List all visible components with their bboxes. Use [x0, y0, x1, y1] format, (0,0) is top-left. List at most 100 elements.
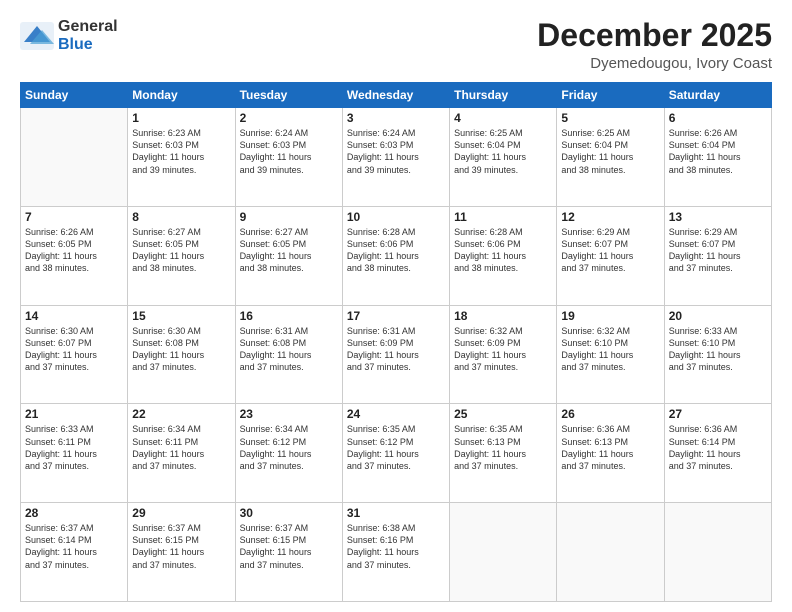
day-number: 8 [132, 210, 230, 224]
day-info: Sunrise: 6:23 AM Sunset: 6:03 PM Dayligh… [132, 127, 230, 176]
table-row [664, 503, 771, 602]
day-number: 10 [347, 210, 445, 224]
table-row: 7 Sunrise: 6:26 AM Sunset: 6:05 PM Daylig… [21, 206, 128, 305]
table-row: 26 Sunrise: 6:36 AM Sunset: 6:13 PM Dayli… [557, 404, 664, 503]
day-number: 15 [132, 309, 230, 323]
table-row: 1 Sunrise: 6:23 AM Sunset: 6:03 PM Daylig… [128, 108, 235, 207]
day-info: Sunrise: 6:30 AM Sunset: 6:07 PM Dayligh… [25, 325, 123, 374]
day-number: 12 [561, 210, 659, 224]
title-block: December 2025 Dyemedougou, Ivory Coast [537, 18, 772, 72]
table-row: 15 Sunrise: 6:30 AM Sunset: 6:08 PM Dayli… [128, 305, 235, 404]
day-number: 24 [347, 407, 445, 421]
day-info: Sunrise: 6:26 AM Sunset: 6:05 PM Dayligh… [25, 226, 123, 275]
day-info: Sunrise: 6:25 AM Sunset: 6:04 PM Dayligh… [561, 127, 659, 176]
col-saturday: Saturday [664, 83, 771, 108]
table-row: 8Sunrise: 6:27 AM Sunset: 6:05 PM Daylig… [128, 206, 235, 305]
table-row: 4Sunrise: 6:25 AM Sunset: 6:04 PM Daylig… [450, 108, 557, 207]
logo-general-text: General [58, 18, 118, 35]
day-info: Sunrise: 6:37 AM Sunset: 6:14 PM Dayligh… [25, 522, 123, 571]
table-row: 29 Sunrise: 6:37 AM Sunset: 6:15 PM Dayli… [128, 503, 235, 602]
day-info: Sunrise: 6:28 AM Sunset: 6:06 PM Dayligh… [347, 226, 445, 275]
header: General Blue December 2025 Dyemedougou, … [20, 18, 772, 72]
day-info: Sunrise: 6:28 AM Sunset: 6:06 PM Dayligh… [454, 226, 552, 275]
table-row: 9 Sunrise: 6:27 AM Sunset: 6:05 PM Daylig… [235, 206, 342, 305]
table-row [450, 503, 557, 602]
day-number: 13 [669, 210, 767, 224]
day-number: 31 [347, 506, 445, 520]
table-row: 2 Sunrise: 6:24 AM Sunset: 6:03 PM Daylig… [235, 108, 342, 207]
day-number: 22 [132, 407, 230, 421]
table-row: 27 Sunrise: 6:36 AM Sunset: 6:14 PM Dayli… [664, 404, 771, 503]
table-row: 30Sunrise: 6:37 AM Sunset: 6:15 PM Dayli… [235, 503, 342, 602]
table-row [21, 108, 128, 207]
table-row: 21Sunrise: 6:33 AM Sunset: 6:11 PM Dayli… [21, 404, 128, 503]
calendar-week-row: 14 Sunrise: 6:30 AM Sunset: 6:07 PM Dayli… [21, 305, 772, 404]
day-info: Sunrise: 6:32 AM Sunset: 6:10 PM Dayligh… [561, 325, 659, 374]
day-info: Sunrise: 6:24 AM Sunset: 6:03 PM Dayligh… [240, 127, 338, 176]
calendar-week-row: 7 Sunrise: 6:26 AM Sunset: 6:05 PM Daylig… [21, 206, 772, 305]
col-tuesday: Tuesday [235, 83, 342, 108]
day-info: Sunrise: 6:34 AM Sunset: 6:12 PM Dayligh… [240, 423, 338, 472]
table-row: 13 Sunrise: 6:29 AM Sunset: 6:07 PM Dayli… [664, 206, 771, 305]
table-row: 10 Sunrise: 6:28 AM Sunset: 6:06 PM Dayli… [342, 206, 449, 305]
day-number: 5 [561, 111, 659, 125]
table-row: 20Sunrise: 6:33 AM Sunset: 6:10 PM Dayli… [664, 305, 771, 404]
day-number: 19 [561, 309, 659, 323]
day-info: Sunrise: 6:31 AM Sunset: 6:09 PM Dayligh… [347, 325, 445, 374]
table-row: 6Sunrise: 6:26 AM Sunset: 6:04 PM Daylig… [664, 108, 771, 207]
day-info: Sunrise: 6:35 AM Sunset: 6:12 PM Dayligh… [347, 423, 445, 472]
day-number: 4 [454, 111, 552, 125]
day-number: 23 [240, 407, 338, 421]
title-location: Dyemedougou, Ivory Coast [537, 55, 772, 72]
day-number: 9 [240, 210, 338, 224]
col-friday: Friday [557, 83, 664, 108]
calendar-week-row: 1 Sunrise: 6:23 AM Sunset: 6:03 PM Daylig… [21, 108, 772, 207]
day-info: Sunrise: 6:36 AM Sunset: 6:14 PM Dayligh… [669, 423, 767, 472]
calendar-week-row: 21Sunrise: 6:33 AM Sunset: 6:11 PM Dayli… [21, 404, 772, 503]
day-info: Sunrise: 6:34 AM Sunset: 6:11 PM Dayligh… [132, 423, 230, 472]
day-number: 7 [25, 210, 123, 224]
table-row: 28Sunrise: 6:37 AM Sunset: 6:14 PM Dayli… [21, 503, 128, 602]
day-number: 30 [240, 506, 338, 520]
day-number: 18 [454, 309, 552, 323]
table-row: 14 Sunrise: 6:30 AM Sunset: 6:07 PM Dayli… [21, 305, 128, 404]
table-row: 25 Sunrise: 6:35 AM Sunset: 6:13 PM Dayli… [450, 404, 557, 503]
table-row: 31 Sunrise: 6:38 AM Sunset: 6:16 PM Dayli… [342, 503, 449, 602]
day-info: Sunrise: 6:38 AM Sunset: 6:16 PM Dayligh… [347, 522, 445, 571]
table-row: 17Sunrise: 6:31 AM Sunset: 6:09 PM Dayli… [342, 305, 449, 404]
day-info: Sunrise: 6:36 AM Sunset: 6:13 PM Dayligh… [561, 423, 659, 472]
calendar-week-row: 28Sunrise: 6:37 AM Sunset: 6:14 PM Dayli… [21, 503, 772, 602]
day-number: 26 [561, 407, 659, 421]
day-info: Sunrise: 6:30 AM Sunset: 6:08 PM Dayligh… [132, 325, 230, 374]
table-row: 22 Sunrise: 6:34 AM Sunset: 6:11 PM Dayli… [128, 404, 235, 503]
col-wednesday: Wednesday [342, 83, 449, 108]
table-row: 5 Sunrise: 6:25 AM Sunset: 6:04 PM Daylig… [557, 108, 664, 207]
day-info: Sunrise: 6:27 AM Sunset: 6:05 PM Dayligh… [240, 226, 338, 275]
day-number: 16 [240, 309, 338, 323]
table-row: 12 Sunrise: 6:29 AM Sunset: 6:07 PM Dayli… [557, 206, 664, 305]
logo: General Blue [20, 18, 118, 54]
day-number: 3 [347, 111, 445, 125]
day-info: Sunrise: 6:32 AM Sunset: 6:09 PM Dayligh… [454, 325, 552, 374]
day-number: 27 [669, 407, 767, 421]
day-number: 14 [25, 309, 123, 323]
day-info: Sunrise: 6:26 AM Sunset: 6:04 PM Dayligh… [669, 127, 767, 176]
day-number: 29 [132, 506, 230, 520]
day-info: Sunrise: 6:33 AM Sunset: 6:11 PM Dayligh… [25, 423, 123, 472]
table-row: 18 Sunrise: 6:32 AM Sunset: 6:09 PM Dayli… [450, 305, 557, 404]
day-number: 2 [240, 111, 338, 125]
day-number: 1 [132, 111, 230, 125]
day-info: Sunrise: 6:29 AM Sunset: 6:07 PM Dayligh… [561, 226, 659, 275]
day-info: Sunrise: 6:37 AM Sunset: 6:15 PM Dayligh… [132, 522, 230, 571]
calendar-header-row: Sunday Monday Tuesday Wednesday Thursday… [21, 83, 772, 108]
table-row: 16Sunrise: 6:31 AM Sunset: 6:08 PM Dayli… [235, 305, 342, 404]
day-number: 11 [454, 210, 552, 224]
day-info: Sunrise: 6:29 AM Sunset: 6:07 PM Dayligh… [669, 226, 767, 275]
calendar-table: Sunday Monday Tuesday Wednesday Thursday… [20, 82, 772, 602]
day-info: Sunrise: 6:35 AM Sunset: 6:13 PM Dayligh… [454, 423, 552, 472]
day-number: 25 [454, 407, 552, 421]
table-row: 23 Sunrise: 6:34 AM Sunset: 6:12 PM Dayli… [235, 404, 342, 503]
table-row: 19 Sunrise: 6:32 AM Sunset: 6:10 PM Dayli… [557, 305, 664, 404]
day-number: 20 [669, 309, 767, 323]
table-row: 11 Sunrise: 6:28 AM Sunset: 6:06 PM Dayli… [450, 206, 557, 305]
